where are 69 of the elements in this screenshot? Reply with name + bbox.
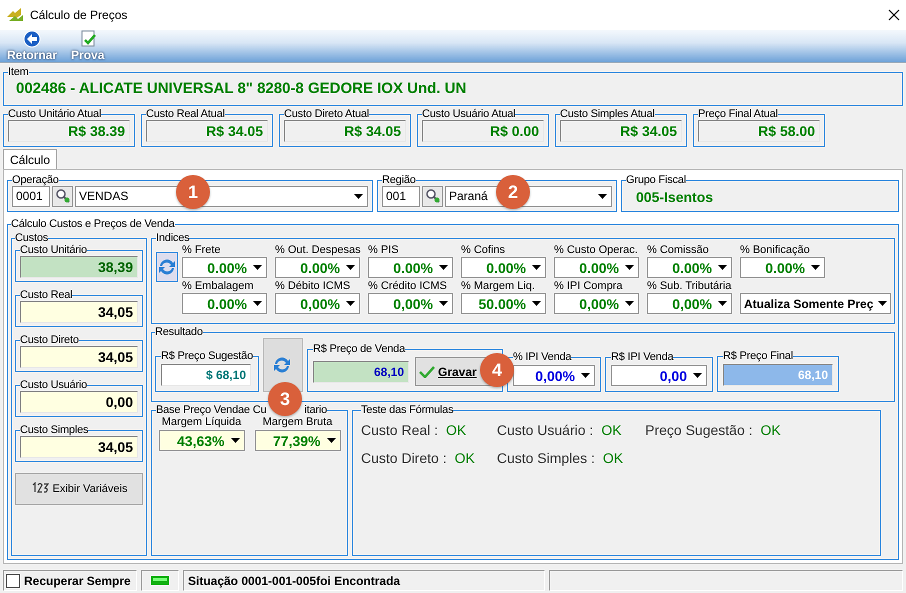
panel-title: Preço Final Atual — [698, 108, 778, 120]
cost-value: R$ 38.39 — [8, 120, 130, 142]
panel-title: R$ Preço Sugestão — [161, 350, 253, 362]
panel-title: Custo Unitário — [20, 244, 87, 256]
cost-value: 38,39 — [20, 256, 138, 278]
field-label: % Sub. Tributária — [647, 280, 732, 292]
field-label: % Frete — [182, 244, 222, 256]
status-message: Situação 0001-001-005foi Encontrada — [183, 570, 545, 591]
formula-status: OK — [446, 422, 466, 438]
panel-title: R$ IPI Venda — [611, 351, 674, 363]
panel-title: Teste das Fórmulas — [361, 404, 454, 416]
cost-value: 34,05 — [20, 301, 138, 323]
formula-status: OK — [602, 450, 624, 466]
field-label: Margem Bruta — [262, 416, 332, 428]
formula-label: Custo Usuário : — [496, 422, 594, 438]
field-label: % Cofins — [461, 244, 506, 256]
panel-title: Grupo Fiscal — [626, 174, 686, 186]
field-label: Margem Líquida — [162, 416, 242, 428]
cost-value: 34,05 — [20, 436, 138, 458]
panel-title: Indices — [156, 232, 190, 244]
field-label: % Bonificação — [740, 244, 811, 256]
panel-title: Base Preço Vendae Cu — [156, 404, 266, 416]
panel-title: Custo Real Atual — [146, 108, 225, 120]
formula-label: Custo Direto : — [361, 450, 447, 466]
cost-value: 34,05 — [20, 346, 138, 368]
field-label: % Embalagem — [182, 280, 255, 292]
field-label: % Crédito ICMS — [368, 280, 448, 292]
panel-title: Cálculo Custos e Preços de Venda — [11, 218, 175, 230]
formula-status: OK — [760, 422, 781, 438]
panel-title: % IPI Venda — [513, 351, 572, 363]
panel-title: Custo Real — [20, 289, 72, 301]
panel-title: Custos — [15, 232, 48, 244]
panel-title: Custo Simples — [20, 424, 88, 436]
formula-status: OK — [454, 450, 475, 466]
field-label: % Comissão — [647, 244, 710, 256]
field-label: % Custo Operac. — [554, 244, 639, 256]
field-label: % Margem Liq. — [461, 280, 536, 292]
cost-value: R$ 34.05 — [146, 120, 268, 142]
panel-title: Custo Direto Atual — [284, 108, 370, 120]
formula-status: OK — [601, 422, 622, 438]
panel-title: Custo Usuário Atual — [422, 108, 516, 120]
cost-value: R$ 0.00 — [422, 120, 544, 142]
field-label: % Out. Despesas — [275, 244, 362, 256]
cost-value: 0,00 — [20, 391, 138, 413]
fiscal-group-value: 005-Isentos — [635, 188, 714, 204]
value-field: 68,10 — [723, 364, 833, 386]
field-label: % IPI Compra — [554, 280, 624, 292]
panel-title: Custo Unitário Atual — [8, 108, 102, 120]
cost-value: R$ 34.05 — [284, 120, 406, 142]
panel-title: Região — [382, 174, 416, 186]
field-label: % PIS — [368, 244, 400, 256]
panel-title: R$ Preço de Venda — [313, 343, 406, 355]
panel-title: Custo Usuário — [20, 379, 88, 391]
panel-title: Custo Simples Atual — [560, 108, 655, 120]
item-description: 002486 - ALICATE UNIVERSAL 8" 8280-8 GEDORE IOX Und. UN — [15, 79, 468, 99]
panel-title: Resultado — [155, 326, 203, 338]
panel-title: R$ Preço Final — [723, 350, 793, 362]
cost-value: R$ 58.00 — [698, 120, 820, 142]
window-title: Cálculo de Preços — [30, 8, 128, 22]
formula-label: Custo Simples : — [496, 450, 595, 466]
cost-value: R$ 34.05 — [560, 120, 682, 142]
formula-label: Custo Real : — [361, 422, 438, 438]
formula-label: Preço Sugestão : — [645, 422, 753, 438]
field-label: % Débito ICMS — [275, 280, 352, 292]
panel-title: Item — [8, 66, 29, 78]
panel-title: Custo Direto — [20, 334, 79, 346]
panel-title: Operação — [12, 174, 59, 186]
value-field: 68,10 — [313, 360, 409, 382]
panel-title: itario — [304, 404, 328, 416]
